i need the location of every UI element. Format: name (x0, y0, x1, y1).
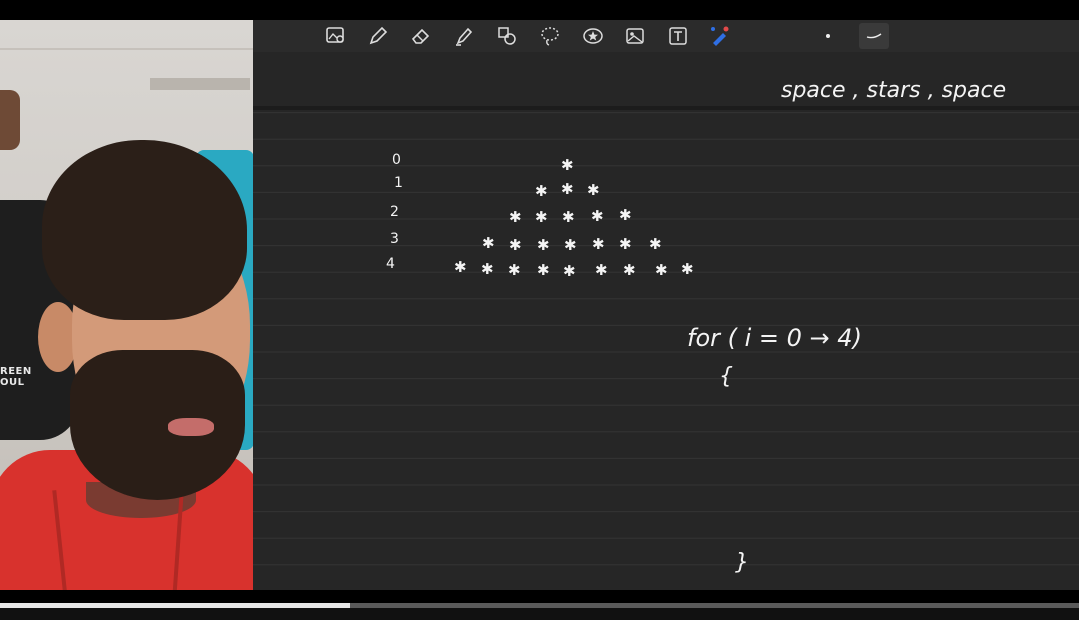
star: ✱ (537, 261, 550, 279)
row-label: 1 (394, 175, 403, 191)
stroke-icon (866, 33, 882, 39)
close-brace-note: } (735, 550, 749, 575)
star: ✱ (508, 261, 521, 279)
color-picker-icon (711, 26, 729, 46)
person-beard (70, 350, 245, 500)
stroke-tool[interactable] (859, 23, 889, 49)
star: ✱ (649, 235, 662, 253)
row-label: 4 (386, 256, 395, 272)
photo-search-icon (326, 27, 344, 43)
row-label: 3 (390, 231, 399, 247)
star: ✱ (482, 234, 495, 252)
ruled-lines (253, 85, 1079, 566)
eraser-icon (411, 28, 430, 44)
star: ✱ (564, 236, 577, 254)
star: ✱ (587, 181, 600, 199)
image-tool[interactable] (623, 24, 647, 48)
star: ✱ (681, 260, 694, 278)
image-icon (626, 28, 644, 44)
video-frame: REEN OUL space , stars , space 0 1 2 3 4… (0, 0, 1079, 620)
star: ✱ (562, 208, 575, 226)
webcam-feed: REEN OUL (0, 20, 253, 590)
open-brace-note: { (719, 364, 733, 389)
sticker-icon (583, 28, 603, 44)
star: ✱ (595, 261, 608, 279)
star: ✱ (623, 261, 636, 279)
star: ✱ (563, 262, 576, 280)
video-controls-strip (0, 608, 1079, 620)
for-loop-note: for ( i = 0 → 4) (687, 324, 862, 352)
photo-search-tool[interactable] (324, 24, 348, 48)
star: ✱ (591, 207, 604, 225)
shapes-tool[interactable] (495, 24, 519, 48)
lasso-tool[interactable] (538, 24, 562, 48)
drawing-toolbar (253, 20, 1079, 52)
person-hair (42, 140, 247, 320)
star: ✱ (537, 236, 550, 254)
lasso-icon (541, 27, 559, 46)
star: ✱ (509, 236, 522, 254)
lamp (0, 90, 20, 150)
chair-brand-text: REEN OUL (0, 366, 32, 388)
pen-icon (369, 26, 388, 45)
star: ✱ (535, 208, 548, 226)
star: ✱ (454, 258, 467, 276)
row-label: 0 (392, 152, 401, 168)
wall-stripe (0, 48, 253, 50)
highlighter-icon (456, 27, 473, 46)
star: ✱ (535, 182, 548, 200)
whiteboard-canvas[interactable]: space , stars , space 0 1 2 3 4 ✱ ✱ ✱ ✱ … (253, 20, 1079, 590)
text-icon (669, 27, 687, 45)
row-label: 2 (390, 204, 399, 220)
star: ✱ (592, 235, 605, 253)
pen-tool[interactable] (366, 24, 390, 48)
sticker-tool[interactable] (581, 24, 605, 48)
person-mouth (168, 418, 214, 436)
dot-size-icon (826, 34, 830, 38)
wall-shelf (150, 78, 250, 90)
color-picker-tool[interactable] (708, 24, 732, 48)
text-tool[interactable] (666, 24, 690, 48)
star: ✱ (619, 235, 632, 253)
dot-size-tool[interactable] (816, 24, 840, 48)
star: ✱ (561, 180, 574, 198)
star: ✱ (619, 206, 632, 224)
star: ✱ (509, 208, 522, 226)
star: ✱ (561, 156, 574, 174)
eraser-tool[interactable] (409, 24, 433, 48)
star: ✱ (655, 261, 668, 279)
star: ✱ (481, 260, 494, 278)
highlighter-tool[interactable] (452, 24, 476, 48)
heading-note: space , stars , space (781, 78, 1007, 103)
shapes-icon (498, 27, 516, 45)
